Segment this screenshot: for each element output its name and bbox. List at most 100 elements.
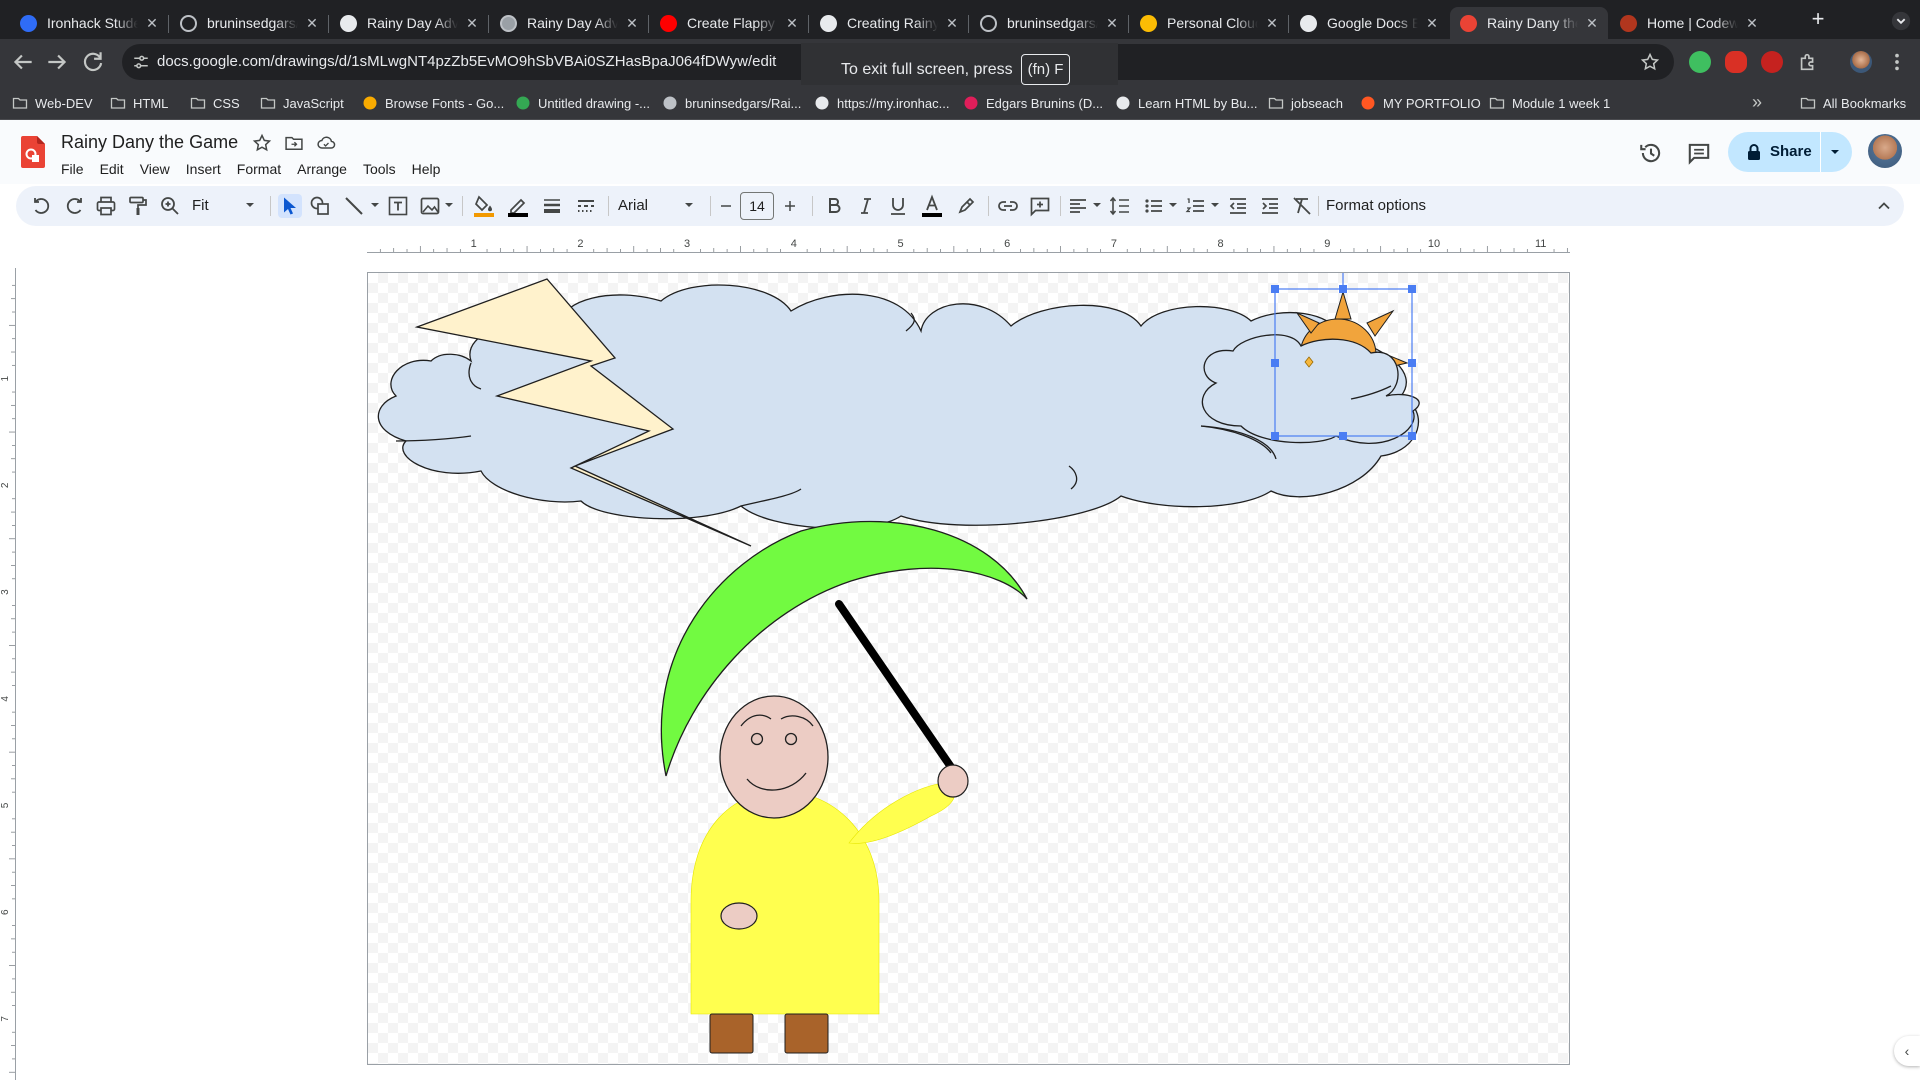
resize-handle[interactable]	[1408, 285, 1416, 293]
increase-font-size-icon[interactable]	[780, 194, 800, 218]
redo-icon[interactable]	[62, 194, 86, 218]
close-tab-icon[interactable]: ✕	[1104, 15, 1120, 31]
reload-icon[interactable]	[80, 49, 106, 75]
font-size-input[interactable]: 14	[740, 192, 774, 220]
numbered-list-icon[interactable]	[1184, 194, 1208, 218]
increase-indent-icon[interactable]	[1258, 194, 1282, 218]
menu-format[interactable]: Format	[229, 158, 289, 180]
zoom-select[interactable]: Fit	[192, 197, 209, 214]
browser-tab[interactable]: bruninsedgars/Rainy ✕	[970, 7, 1128, 39]
cloud-saved-icon[interactable]	[316, 133, 336, 153]
italic-icon[interactable]	[854, 194, 878, 218]
border-dash-icon[interactable]	[574, 194, 598, 218]
site-settings-icon[interactable]	[132, 53, 150, 71]
insert-image-icon[interactable]	[418, 194, 442, 218]
browser-tab[interactable]: Rainy Dany the Game ✕	[1450, 7, 1608, 39]
menu-view[interactable]: View	[132, 158, 178, 180]
line-tool-icon[interactable]	[342, 194, 366, 218]
browser-tab[interactable]: Rainy Day Adventure ✕	[490, 7, 648, 39]
extensions-puzzle-icon[interactable]	[1797, 51, 1819, 73]
account-avatar[interactable]	[1868, 134, 1902, 168]
align-icon[interactable]	[1066, 194, 1090, 218]
version-history-icon[interactable]	[1638, 140, 1664, 166]
close-tab-icon[interactable]: ✕	[944, 15, 960, 31]
bookmark-item[interactable]: Learn HTML by Bu...	[1115, 93, 1257, 113]
paint-format-icon[interactable]	[126, 194, 150, 218]
close-tab-icon[interactable]: ✕	[1744, 15, 1760, 31]
browser-tab[interactable]: Ironhack Student Portal ✕	[10, 7, 168, 39]
bookmark-item[interactable]: Module 1 week 1	[1489, 93, 1610, 113]
close-tab-icon[interactable]: ✕	[1424, 15, 1440, 31]
bookmark-item[interactable]: Browse Fonts - Go...	[362, 93, 504, 113]
comments-icon[interactable]	[1686, 140, 1712, 166]
font-select[interactable]: Arial	[618, 197, 648, 214]
bookmark-item[interactable]: Web-DEV	[12, 93, 93, 113]
browser-tab[interactable]: Google Docs Editors Help ✕	[1290, 7, 1448, 39]
line-tool-dropdown-icon[interactable]	[370, 200, 380, 210]
insert-image-dropdown-icon[interactable]	[444, 200, 454, 210]
line-spacing-icon[interactable]	[1108, 194, 1132, 218]
text-box-icon[interactable]	[386, 194, 410, 218]
shape-tool-icon[interactable]	[308, 194, 332, 218]
bookmark-item[interactable]: CSS	[190, 93, 240, 113]
bookmark-item[interactable]: HTML	[110, 93, 168, 113]
tab-search-icon[interactable]	[1890, 10, 1912, 32]
browser-tab[interactable]: Personal Cloud Storage ✕	[1130, 7, 1288, 39]
underline-icon[interactable]	[886, 194, 910, 218]
browser-tab[interactable]: Creating Rainy Day ✕	[810, 7, 968, 39]
collapse-toolbar-icon[interactable]	[1874, 196, 1894, 216]
resize-handle[interactable]	[1271, 432, 1279, 440]
adblock-extension-icon[interactable]	[1761, 51, 1783, 73]
numbered-list-dropdown-icon[interactable]	[1210, 200, 1220, 210]
decrease-font-size-icon[interactable]	[716, 194, 736, 218]
bulleted-list-dropdown-icon[interactable]	[1168, 200, 1178, 210]
border-weight-icon[interactable]	[540, 194, 564, 218]
highlight-color-icon[interactable]	[954, 194, 978, 218]
bookmark-star-icon[interactable]	[1640, 52, 1660, 72]
browser-menu-icon[interactable]	[1886, 51, 1908, 73]
umbrella-shape[interactable]	[660, 520, 1028, 777]
document-title[interactable]: Rainy Dany the Game	[61, 132, 238, 153]
drawing-canvas[interactable]	[367, 272, 1570, 1065]
resize-handle[interactable]	[1271, 285, 1279, 293]
fill-color-icon[interactable]	[472, 194, 496, 218]
bookmark-item[interactable]: Untitled drawing -...	[515, 93, 650, 113]
google-drawings-logo-icon[interactable]	[21, 136, 45, 168]
bookmark-item[interactable]: bruninsedgars/Rai...	[662, 93, 801, 113]
menu-insert[interactable]: Insert	[178, 158, 229, 180]
text-color-icon[interactable]	[920, 194, 944, 218]
resize-handle[interactable]	[1339, 432, 1347, 440]
close-tab-icon[interactable]: ✕	[784, 15, 800, 31]
back-icon[interactable]	[10, 49, 36, 75]
format-options-button[interactable]: Format options	[1326, 197, 1426, 214]
bookmark-item[interactable]: https://my.ironhac...	[814, 93, 949, 113]
clear-formatting-icon[interactable]	[1290, 194, 1314, 218]
browser-tab[interactable]: Rainy Day Adventure ✕	[330, 7, 488, 39]
browser-tab[interactable]: Home | Codewars ✕	[1610, 7, 1768, 39]
zoom-icon[interactable]	[158, 194, 182, 218]
menu-edit[interactable]: Edit	[92, 158, 132, 180]
bulleted-list-icon[interactable]	[1142, 194, 1166, 218]
border-color-icon[interactable]	[506, 194, 530, 218]
bookmark-item[interactable]: Edgars Brunins (D...	[963, 93, 1103, 113]
new-tab-button[interactable]: +	[1808, 8, 1828, 30]
browser-tab[interactable]: bruninsedgars/Ironhack ✕	[170, 7, 328, 39]
undo-icon[interactable]	[30, 194, 54, 218]
forward-icon[interactable]	[44, 49, 70, 75]
close-tab-icon[interactable]: ✕	[464, 15, 480, 31]
resize-handle[interactable]	[1408, 432, 1416, 440]
select-tool-icon[interactable]	[278, 194, 302, 218]
insert-link-icon[interactable]	[996, 194, 1020, 218]
bold-icon[interactable]	[822, 194, 846, 218]
person-character[interactable]	[690, 695, 969, 1054]
star-icon[interactable]	[252, 133, 272, 153]
menu-arrange[interactable]: Arrange	[289, 158, 355, 180]
close-tab-icon[interactable]: ✕	[1264, 15, 1280, 31]
menu-tools[interactable]: Tools	[355, 158, 404, 180]
extension-hand-icon[interactable]	[1725, 51, 1747, 73]
close-tab-icon[interactable]: ✕	[624, 15, 640, 31]
zoom-dropdown-icon[interactable]	[245, 200, 255, 210]
menu-file[interactable]: File	[61, 158, 92, 180]
resize-handle[interactable]	[1339, 285, 1347, 293]
align-dropdown-icon[interactable]	[1092, 200, 1102, 210]
